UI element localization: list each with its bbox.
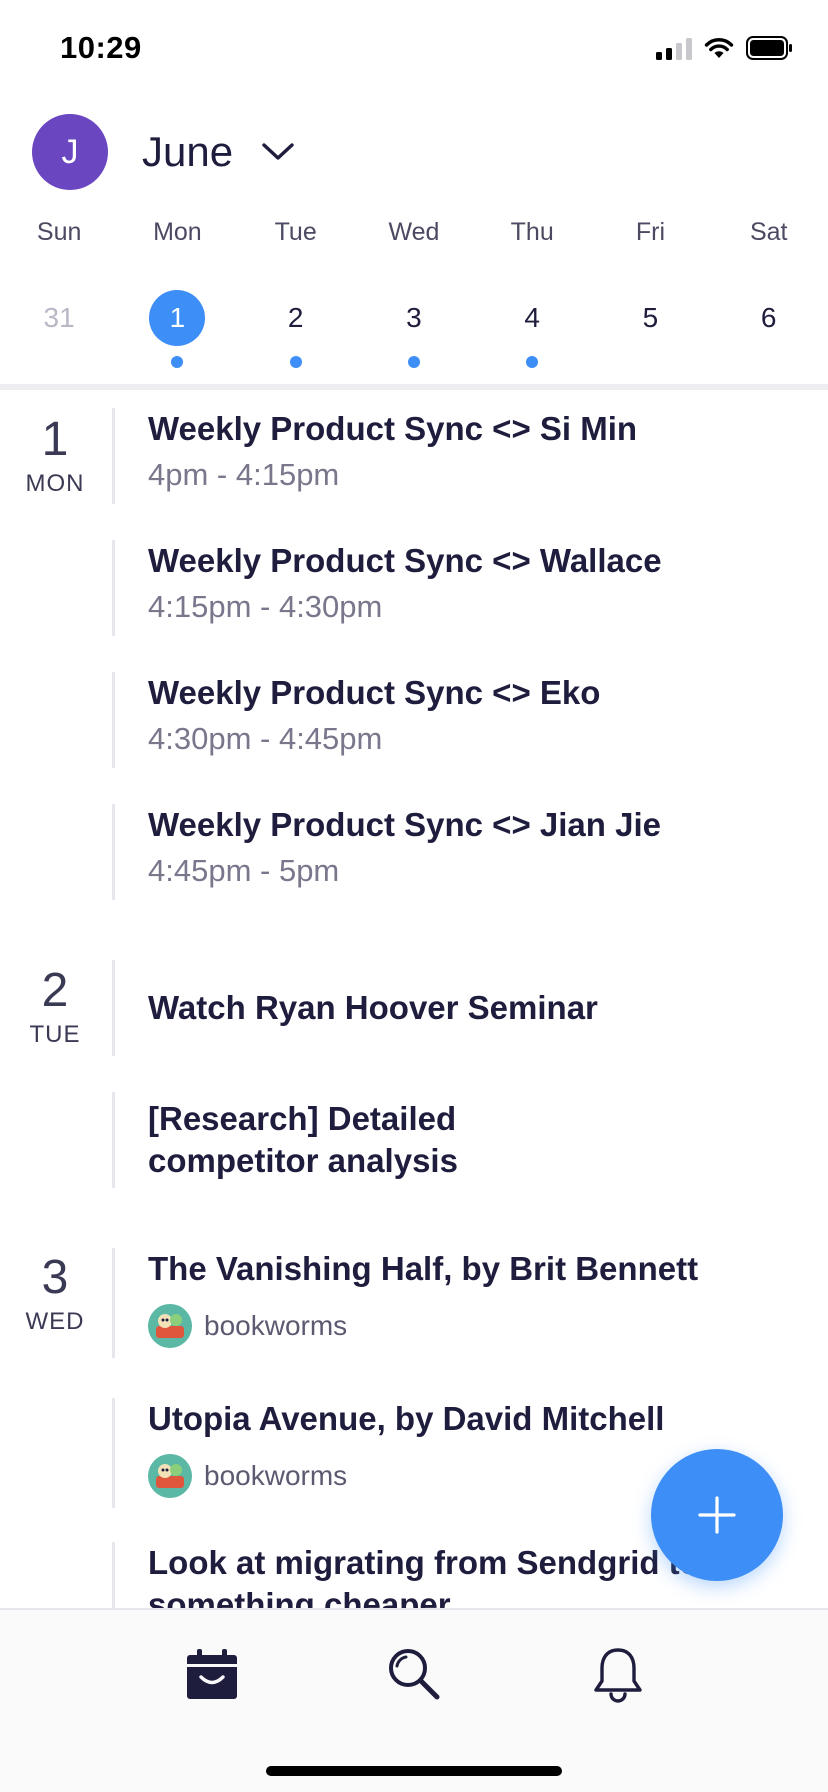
event-indicator-dot — [289, 356, 302, 368]
weekday-label: Tue — [274, 218, 317, 246]
event-item[interactable]: The Vanishing Half, by Brit Bennett book… — [112, 1248, 828, 1358]
add-event-button[interactable] — [651, 1449, 783, 1581]
calendar-header: J June — [32, 114, 796, 190]
group-name: bookworms — [204, 1460, 348, 1491]
event-indicator-dot — [171, 356, 184, 368]
status-bar: 10:29 — [0, 0, 828, 100]
event-time: 4:45pm - 5pm — [148, 853, 340, 888]
selected-day-number[interactable]: 1 — [149, 290, 206, 346]
plus-icon — [698, 1496, 736, 1534]
event-title: Utopia Avenue, by David Mitchell — [148, 1400, 665, 1437]
status-icons — [656, 36, 794, 60]
weekday-label: Fri — [635, 218, 666, 246]
event-item[interactable]: Weekly Product Sync <> Wallace 4:15pm - … — [112, 540, 828, 636]
event-item[interactable]: Weekly Product Sync <> Si Min 4pm - 4:15… — [112, 408, 828, 504]
day-label-mon: 1 MON — [0, 414, 110, 498]
calendar-icon — [187, 1649, 237, 1699]
group-name: bookworms — [204, 1310, 348, 1341]
event-group: bookworms — [148, 1304, 828, 1348]
tab-calendar[interactable] — [178, 1640, 246, 1708]
event-item[interactable]: Weekly Product Sync <> Eko 4:30pm - 4:45… — [112, 672, 828, 768]
event-indicator-dot — [407, 356, 420, 368]
day-label-tue: 2 TUE — [0, 965, 110, 1049]
day-label-weekday: MON — [25, 470, 85, 497]
day-number[interactable]: 5 — [622, 290, 678, 346]
tab-notifications[interactable] — [584, 1640, 652, 1708]
event-title: Weekly Product Sync <> Jian Jie — [148, 806, 661, 843]
weekday-label: Sat — [749, 218, 788, 246]
weekday-label: Thu — [510, 218, 554, 246]
event-title: Weekly Product Sync <> Si Min — [148, 410, 638, 447]
week-day-sun[interactable]: Sun 31 — [0, 218, 118, 372]
event-title: The Vanishing Half, by Brit Bennett — [148, 1250, 699, 1287]
chevron-down-icon[interactable] — [261, 142, 295, 162]
month-title[interactable]: June — [142, 128, 233, 176]
week-day-thu[interactable]: Thu 4 — [473, 218, 591, 372]
event-time: 4:15pm - 4:30pm — [148, 589, 383, 624]
event-item[interactable]: Weekly Product Sync <> Jian Jie 4:45pm -… — [112, 804, 828, 900]
event-title: Weekly Product Sync <> Eko — [148, 674, 601, 711]
weekday-label: Sun — [36, 218, 82, 246]
week-strip: Sun 31 Mon 1 Tue 2 Wed 3 Thu 4 Fri 5 Sat 6 — [0, 218, 828, 372]
day-label-number: 1 — [41, 413, 69, 466]
day-number[interactable]: 4 — [504, 290, 560, 346]
event-item[interactable]: [Research] Detailed competitor analysis — [112, 1092, 828, 1188]
day-number[interactable]: 31 — [31, 290, 87, 346]
weekday-label: Mon — [153, 218, 202, 246]
user-avatar[interactable]: J — [32, 114, 108, 190]
day-number[interactable]: 3 — [386, 290, 442, 346]
search-icon — [389, 1649, 440, 1700]
event-time: 4:30pm - 4:45pm — [148, 721, 383, 756]
day-label-weekday: WED — [25, 1308, 85, 1335]
group-avatar-icon — [148, 1304, 192, 1348]
event-time: 4pm - 4:15pm — [148, 457, 340, 492]
week-day-tue[interactable]: Tue 2 — [237, 218, 355, 372]
event-item[interactable]: Watch Ryan Hoover Seminar — [112, 960, 828, 1056]
day-number[interactable]: 2 — [268, 290, 324, 346]
status-time: 10:29 — [60, 30, 142, 65]
bell-icon — [594, 1648, 642, 1703]
event-title: Watch Ryan Hoover Seminar — [148, 989, 598, 1026]
day-label-weekday: TUE — [29, 1021, 81, 1048]
agenda-list: 1 MON Weekly Product Sync <> Si Min 4pm … — [0, 390, 828, 1608]
day-label-number: 2 — [41, 964, 69, 1017]
event-title: Weekly Product Sync <> Wallace — [148, 542, 662, 579]
weekday-label: Wed — [388, 218, 440, 246]
cellular-signal-icon — [656, 36, 692, 60]
week-day-wed[interactable]: Wed 3 — [355, 218, 473, 372]
wifi-icon — [704, 38, 734, 58]
tab-bar — [0, 1608, 828, 1792]
week-day-fri[interactable]: Fri 5 — [591, 218, 709, 372]
event-title: [Research] Detailed competitor analysis — [148, 1100, 458, 1179]
battery-icon — [746, 36, 792, 60]
day-number[interactable]: 6 — [741, 290, 797, 346]
day-label-number: 3 — [41, 1251, 69, 1304]
event-indicator-dot — [526, 356, 539, 368]
week-day-sat[interactable]: Sat 6 — [710, 218, 828, 372]
day-label-wed: 3 WED — [0, 1252, 110, 1336]
home-indicator — [266, 1766, 562, 1776]
group-avatar-icon — [148, 1454, 192, 1498]
tab-search[interactable] — [380, 1640, 448, 1708]
week-day-mon[interactable]: Mon 1 — [118, 218, 236, 372]
